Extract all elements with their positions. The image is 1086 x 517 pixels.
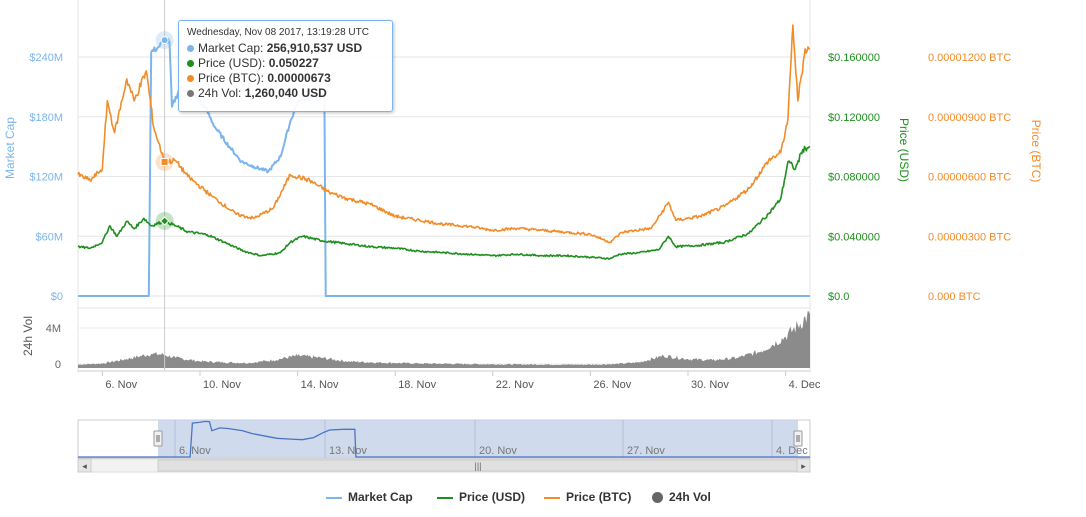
tooltip-value: 1,260,040 USD: [244, 86, 327, 100]
y-tick-label-price-btc: 0.00000300 BTC: [928, 231, 1011, 243]
price-usd-line-icon: [437, 496, 453, 499]
y-tick-label-price-usd: $0.120000: [828, 112, 880, 124]
tooltip-value: 256,910,537 USD: [266, 41, 363, 55]
navigator-selected-range: [158, 420, 798, 458]
chart-svg: 6. Nov 10. Nov 14. Nov 18. Nov 22. Nov 26. No…: [3, 0, 1043, 473]
arrow-right-icon: ▸: [801, 461, 806, 471]
tooltip-row-volume: 24h Vol: 1,260,040 USD: [187, 86, 384, 101]
tooltip-label: 24h Vol:: [198, 86, 242, 100]
series-price-usd-line: [77, 145, 811, 260]
x-tick-label: 30. Nov: [691, 379, 729, 391]
tooltip-row-price-btc: Price (BTC): 0.00000673: [187, 71, 384, 86]
y-tick-label-price-usd: $0.080000: [828, 172, 880, 184]
y-tick-label-volume: 4M: [46, 323, 61, 335]
y-tick-label-market-cap: $60M: [35, 231, 63, 243]
price-usd-dot-icon: [187, 60, 194, 67]
legend-item-market-cap[interactable]: Market Cap: [326, 488, 413, 506]
tooltip-row-market-cap: Market Cap: 256,910,537 USD: [187, 41, 384, 56]
y-axis-title-market-cap: Market Cap: [3, 117, 17, 179]
tooltip-label: Price (USD):: [198, 56, 266, 70]
tooltip-value: 0.00000673: [267, 71, 331, 85]
hover-marker-market-cap: [160, 36, 169, 45]
x-tick-label: 6. Nov: [105, 379, 137, 391]
x-tick-label: 4. Dec: [789, 379, 821, 391]
series-volume-area: [78, 311, 810, 368]
y-tick-label-volume: 0: [55, 359, 61, 371]
x-tick-label: 10. Nov: [203, 379, 241, 391]
navigator-tick-label: 27. Nov: [627, 445, 665, 457]
navigator-tick-label: 20. Nov: [479, 445, 517, 457]
arrow-left-icon: ◂: [82, 461, 87, 471]
y-tick-label-market-cap: $120M: [29, 172, 63, 184]
y-tick-label-market-cap: $180M: [29, 112, 63, 124]
x-tick-label: 14. Nov: [301, 379, 339, 391]
legend-label: Market Cap: [348, 490, 413, 504]
y-tick-label-market-cap: $240M: [29, 52, 63, 64]
hover-marker-price-btc: [160, 157, 169, 166]
tooltip-label: Market Cap:: [198, 41, 264, 55]
price-btc-dot-icon: [187, 75, 194, 82]
volume-dot-icon: [652, 492, 663, 504]
x-tick-label: 26. Nov: [593, 379, 631, 391]
navigator-handle-right[interactable]: [793, 430, 803, 447]
y-tick-label-price-btc: 0.000 BTC: [928, 291, 981, 303]
navigator-tick-label: 4. Dec: [776, 445, 808, 457]
legend-item-volume[interactable]: 24h Vol: [652, 488, 711, 506]
tooltip-row-price-usd: Price (USD): 0.050227: [187, 56, 384, 71]
y-tick-label-price-usd: $0.040000: [828, 231, 880, 243]
y-axis-title-price-usd: Price (USD): [897, 118, 911, 182]
legend-item-price-usd[interactable]: Price (USD): [437, 488, 525, 506]
y-tick-label-price-usd: $0.0: [828, 291, 849, 303]
market-cap-line-icon: [326, 496, 342, 499]
chart-container: 6. Nov 10. Nov 14. Nov 18. Nov 22. Nov 26. No…: [0, 0, 1086, 512]
legend: Market Cap Price (USD) Price (BTC) 24h V…: [0, 488, 1086, 506]
x-tick-label: 18. Nov: [398, 379, 436, 391]
scrollbar-grip-icon: |||: [474, 461, 481, 471]
tooltip-value: 0.050227: [268, 56, 319, 70]
tooltip: Wednesday, Nov 08 2017, 13:19:28 UTC Mar…: [178, 20, 393, 112]
y-axis-title-price-btc: Price (BTC): [1029, 120, 1043, 183]
legend-item-price-btc[interactable]: Price (BTC): [544, 488, 631, 506]
y-tick-label-market-cap: $0: [51, 291, 63, 303]
navigator-tick-label: 6. Nov: [179, 445, 211, 457]
volume-dot-icon: [187, 90, 194, 97]
y-tick-label-price-btc: 0.00000900 BTC: [928, 112, 1011, 124]
navigator-handle-left[interactable]: [153, 430, 163, 447]
tooltip-date: Wednesday, Nov 08 2017, 13:19:28 UTC: [187, 27, 369, 38]
price-btc-line-icon: [544, 496, 560, 499]
market-cap-dot-icon: [187, 45, 194, 52]
y-axis-title-volume: 24h Vol: [21, 316, 35, 356]
navigator-tick-label: 13. Nov: [329, 445, 367, 457]
y-tick-label-price-btc: 0.00001200 BTC: [928, 52, 1011, 64]
legend-label: 24h Vol: [669, 490, 711, 504]
legend-label: Price (BTC): [566, 490, 632, 504]
legend-label: Price (USD): [459, 490, 526, 504]
y-tick-label-price-btc: 0.00000600 BTC: [928, 172, 1011, 184]
x-tick-label: 22. Nov: [496, 379, 534, 391]
y-tick-label-price-usd: $0.160000: [828, 52, 880, 64]
tooltip-label: Price (BTC):: [198, 71, 264, 85]
